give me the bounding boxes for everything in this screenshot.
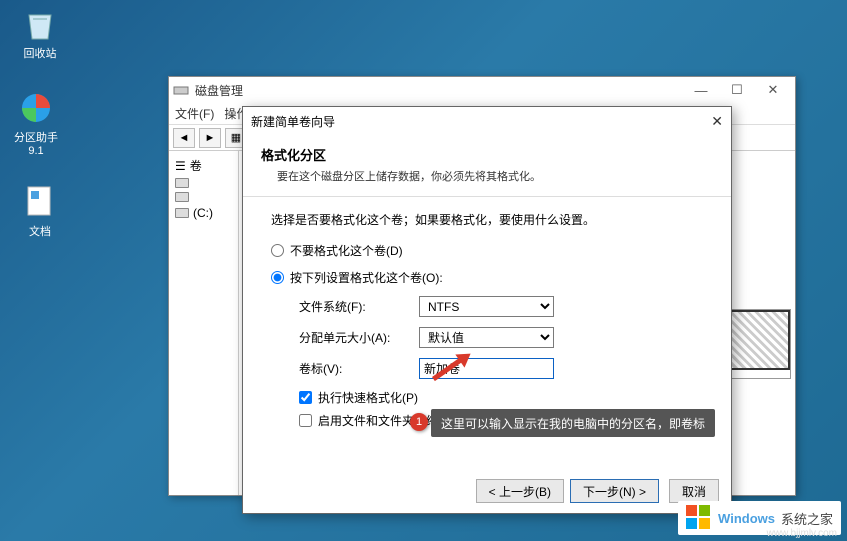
volume-list-item[interactable]: (C:) [173, 204, 234, 222]
back-button[interactable]: < 上一步(B) [476, 479, 564, 503]
close-button[interactable]: ✕ [755, 79, 791, 101]
windows-logo-icon [686, 505, 712, 531]
wizard-header: 格式化分区 要在这个磁盘分区上储存数据，你必须先将其格式化。 [243, 135, 731, 196]
annotation-badge: 1 [410, 413, 428, 431]
titlebar[interactable]: 磁盘管理 — ☐ ✕ [169, 77, 795, 103]
wizard-titlebar[interactable]: 新建简单卷向导 ✕ [243, 107, 731, 135]
drive-icon [175, 178, 189, 188]
menu-file[interactable]: 文件(F) [175, 105, 214, 122]
minimize-button[interactable]: — [683, 79, 719, 101]
nav-back-button[interactable]: ◄ [173, 128, 195, 148]
wizard-title: 新建简单卷向导 [251, 113, 335, 130]
volume-list-item[interactable] [173, 176, 234, 190]
volume-list-item[interactable] [173, 190, 234, 204]
watermark-url: www.bjjmlv.com [767, 528, 837, 539]
desktop-icon-label: 文档 [10, 223, 70, 239]
desktop-icon-partition-helper[interactable]: 分区助手 9.1 [6, 90, 66, 157]
wizard-note: 选择是否要格式化这个卷；如果要格式化，要使用什么设置。 [271, 211, 703, 228]
annotation-tooltip: 这里可以输入显示在我的电脑中的分区名，即卷标 [431, 409, 715, 437]
section-subtitle: 要在这个磁盘分区上储存数据，你必须先将其格式化。 [277, 168, 713, 184]
radio-no-format[interactable] [271, 244, 284, 257]
nav-fwd-button[interactable]: ► [199, 128, 221, 148]
desktop-icon-label: 分区助手 9.1 [6, 129, 66, 157]
checkbox-quick-format[interactable] [299, 391, 312, 404]
filesystem-select[interactable]: NTFS [419, 296, 554, 317]
checkbox-compress[interactable] [299, 414, 312, 427]
option-no-format[interactable]: 不要格式化这个卷(D) [271, 242, 703, 259]
allocation-label: 分配单元大小(A): [299, 329, 419, 346]
next-button[interactable]: 下一步(N) > [570, 479, 659, 503]
volume-list-header: ☰卷 [173, 155, 234, 176]
quick-format-label: 执行快速格式化(P) [318, 389, 418, 406]
section-title: 格式化分区 [261, 145, 713, 164]
maximize-button[interactable]: ☐ [719, 79, 755, 101]
allocation-select[interactable]: 默认值 [419, 327, 554, 348]
radio-format[interactable] [271, 271, 284, 284]
desktop-icon-label: 回收站 [10, 45, 70, 61]
desktop-icon-documents[interactable]: 文档 [10, 184, 70, 239]
desktop-icon-recycle-bin[interactable]: 回收站 [10, 6, 70, 61]
filesystem-label: 文件系统(F): [299, 298, 419, 315]
disk-mgmt-icon [173, 82, 189, 98]
close-icon[interactable]: ✕ [711, 113, 723, 130]
wizard-buttons: < 上一步(B) 下一步(N) > 取消 [476, 479, 719, 503]
volume-label-label: 卷标(V): [299, 360, 419, 377]
partition-helper-icon [18, 90, 54, 126]
window-title: 磁盘管理 [195, 82, 243, 99]
recycle-bin-icon [22, 6, 58, 42]
drive-icon [175, 192, 189, 202]
cancel-button[interactable]: 取消 [669, 479, 719, 503]
volume-list: ☰卷 (C:) [169, 151, 239, 495]
option-format[interactable]: 按下列设置格式化这个卷(O): [271, 269, 703, 286]
drive-icon [175, 208, 189, 218]
new-volume-wizard: 新建简单卷向导 ✕ 格式化分区 要在这个磁盘分区上储存数据，你必须先将其格式化。… [242, 106, 732, 514]
documents-icon [22, 184, 58, 220]
